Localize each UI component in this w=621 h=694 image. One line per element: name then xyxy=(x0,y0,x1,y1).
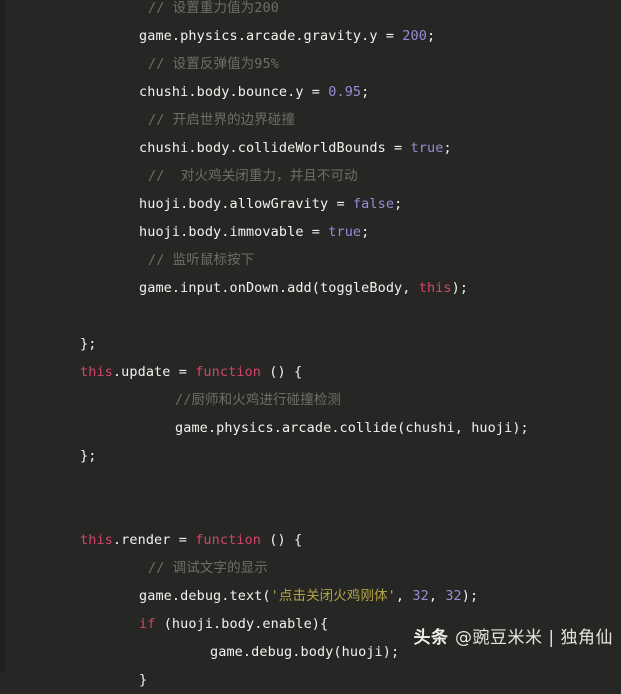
code-token-kw: if xyxy=(139,616,156,632)
code-line[interactable]: chushi.body.collideWorldBounds = true; xyxy=(0,134,621,162)
code-token-num: 32 xyxy=(445,588,462,604)
code-token-plain: ); xyxy=(451,280,469,296)
code-token-num: 32 xyxy=(412,588,429,604)
code-token-plain: game.input.onDown.add(toggleBody, xyxy=(139,280,419,296)
code-token-plain: .update = xyxy=(112,364,196,380)
code-token-plain: chushi.body.bounce.y = xyxy=(139,84,329,100)
code-token-plain: ; xyxy=(394,196,403,212)
code-line[interactable]: chushi.body.bounce.y = 0.95; xyxy=(0,78,621,106)
code-token-plain: , xyxy=(428,588,446,604)
code-line[interactable]: this.render = function () { xyxy=(0,526,621,554)
code-line[interactable]: huoji.body.immovable = true; xyxy=(0,218,621,246)
code-token-plain: , xyxy=(395,588,413,604)
code-token-str: '点击关闭火鸡刚体' xyxy=(270,588,396,604)
code-line[interactable]: // 设置重力值为200 xyxy=(0,0,621,22)
code-token-plain: game.physics.arcade.gravity.y = xyxy=(139,28,403,44)
code-token-plain: huoji.body.immovable = xyxy=(139,224,329,240)
code-token-plain: ); xyxy=(461,588,479,604)
code-token-bool: true xyxy=(410,140,444,156)
code-line[interactable]: huoji.body.allowGravity = false; xyxy=(0,190,621,218)
code-line[interactable]: // 开启世界的边界碰撞 xyxy=(0,106,621,134)
code-token-bool: false xyxy=(352,196,395,212)
code-line[interactable]: // 监听鼠标按下 xyxy=(0,246,621,274)
code-line[interactable] xyxy=(0,470,621,498)
code-line[interactable] xyxy=(0,302,621,330)
code-token-plain: ; xyxy=(426,28,436,44)
code-line[interactable]: game.physics.arcade.collide(chushi, huoj… xyxy=(0,414,621,442)
code-token-kw: function xyxy=(195,364,262,380)
watermark-handle: @豌豆米米 | 独角仙 xyxy=(454,628,613,648)
code-token-comment: // 设置重力值为200 xyxy=(148,0,279,16)
code-line[interactable]: // 对火鸡关闭重力，并且不可动 xyxy=(0,162,621,190)
code-token-bool: true xyxy=(328,224,362,240)
code-token-plain: () { xyxy=(261,532,303,548)
code-token-plain: game.debug.body(huoji); xyxy=(210,644,400,660)
code-line[interactable] xyxy=(0,498,621,526)
code-line[interactable]: //厨师和火鸡进行碰撞检测 xyxy=(0,386,621,414)
code-token-plain: chushi.body.collideWorldBounds = xyxy=(139,140,411,156)
code-token-comment: // 设置反弹值为95% xyxy=(148,56,279,72)
code-token-comment: // 调试文字的显示 xyxy=(148,560,268,576)
code-token-num: 200 xyxy=(402,28,427,44)
watermark-brand: 头条 xyxy=(413,628,455,648)
code-token-plain: () { xyxy=(261,364,303,380)
code-token-plain: game.physics.arcade.collide(chushi, huoj… xyxy=(175,420,529,436)
code-token-comment: //厨师和火鸡进行碰撞检测 xyxy=(175,392,342,408)
code-token-kw: this xyxy=(80,364,113,380)
code-token-plain: .render = xyxy=(112,532,196,548)
code-token-plain: game.debug.text( xyxy=(139,588,271,604)
watermark: 头条 @豌豆米米 | 独角仙 xyxy=(402,603,613,648)
code-line[interactable]: } xyxy=(0,666,621,694)
code-token-comment: // 监听鼠标按下 xyxy=(148,252,255,268)
code-editor-surface: // 设置重力值为200 game.physics.arcade.gravity.… xyxy=(0,0,621,688)
code-line[interactable]: game.physics.arcade.gravity.y = 200; xyxy=(0,22,621,50)
code-token-plain: } xyxy=(139,672,148,688)
code-line[interactable]: }; xyxy=(0,442,621,470)
code-token-plain: (huoji.body.enable){ xyxy=(155,616,329,632)
code-token-plain: ; xyxy=(361,224,370,240)
code-token-plain: huoji.body.allowGravity = xyxy=(139,196,353,212)
code-token-kw: function xyxy=(195,532,262,548)
code-token-plain: ; xyxy=(443,140,452,156)
code-token-kw: this xyxy=(80,532,113,548)
code-block[interactable]: // 设置重力值为200 game.physics.arcade.gravity.… xyxy=(0,0,621,694)
code-line[interactable]: game.input.onDown.add(toggleBody, this); xyxy=(0,274,621,302)
code-line[interactable]: // 设置反弹值为95% xyxy=(0,50,621,78)
code-token-num: 0.95 xyxy=(328,84,362,100)
code-line[interactable]: this.update = function () { xyxy=(0,358,621,386)
code-token-plain: }; xyxy=(80,336,97,352)
code-token-plain: ; xyxy=(361,84,370,100)
code-token-comment: // 开启世界的边界碰撞 xyxy=(148,112,296,128)
code-token-kw: this xyxy=(418,280,452,296)
code-line[interactable]: }; xyxy=(0,330,621,358)
code-token-comment: // 对火鸡关闭重力，并且不可动 xyxy=(148,168,358,184)
code-token-plain: }; xyxy=(80,448,97,464)
code-line[interactable]: // 调试文字的显示 xyxy=(0,554,621,582)
